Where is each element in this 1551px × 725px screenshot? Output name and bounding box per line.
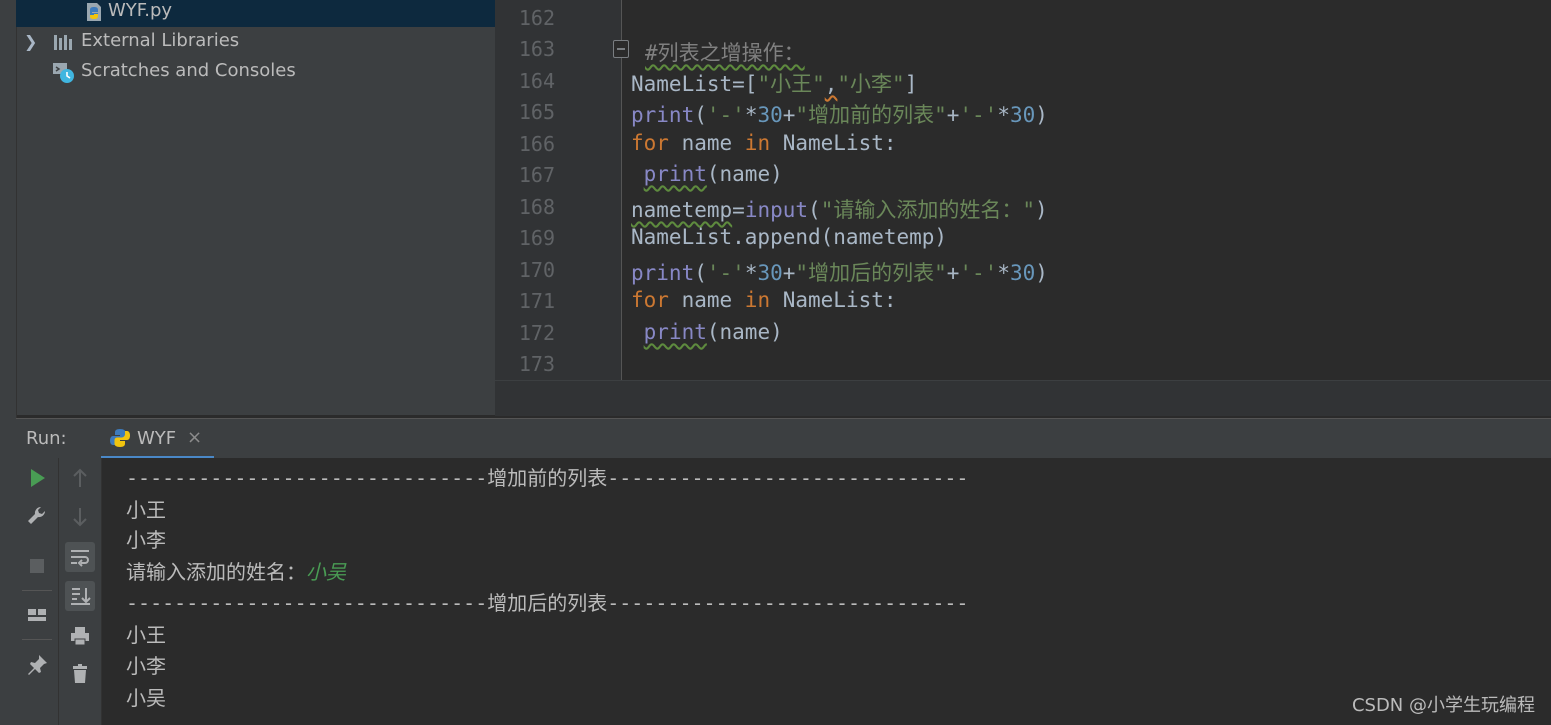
scroll-to-end-icon bbox=[71, 588, 91, 605]
line-number: 163 bbox=[518, 37, 555, 61]
tree-item-external-libraries[interactable]: ❯ External Libraries bbox=[16, 27, 495, 57]
console-line: ------------------------------增加后的列表----… bbox=[126, 591, 969, 615]
watermark: CSDN @小学生玩编程 bbox=[1351, 695, 1535, 716]
console-prompt: 请输入添加的姓名： bbox=[126, 560, 306, 584]
play-icon bbox=[31, 469, 45, 487]
run-toolbar-primary bbox=[16, 458, 59, 725]
tree-item-wyf-py[interactable]: WYF.py bbox=[16, 0, 495, 27]
console-line: 小李 bbox=[126, 654, 166, 678]
code-line-167[interactable]: print(name) bbox=[631, 162, 783, 186]
far-left-strip bbox=[0, 415, 17, 725]
code-line-164[interactable]: NameList=["小王","小李"] bbox=[631, 68, 917, 98]
line-number: 172 bbox=[518, 321, 555, 345]
pin-tab-button[interactable] bbox=[22, 650, 52, 680]
close-icon[interactable]: × bbox=[187, 427, 202, 448]
tree-item-label: Scratches and Consoles bbox=[81, 60, 296, 81]
toolbar-divider bbox=[22, 590, 52, 591]
stop-button[interactable] bbox=[22, 551, 52, 581]
stop-icon bbox=[30, 559, 44, 573]
console-line: 小王 bbox=[126, 623, 166, 647]
up-stack-button[interactable] bbox=[65, 463, 95, 493]
down-stack-button[interactable] bbox=[65, 502, 95, 532]
left-tool-strip bbox=[0, 0, 17, 415]
tree-item-label: WYF.py bbox=[108, 0, 173, 21]
scratches-icon bbox=[52, 61, 74, 83]
line-number-gutter: 162 163 164 165 166 167 168 169 170 171 … bbox=[495, 0, 629, 380]
print-button[interactable] bbox=[65, 621, 95, 651]
modify-run-config-button[interactable] bbox=[22, 502, 52, 532]
toolbar-divider bbox=[22, 639, 52, 640]
code-editor[interactable]: 162 163 164 165 166 167 168 169 170 171 … bbox=[495, 0, 1551, 416]
line-number: 167 bbox=[518, 163, 555, 187]
libraries-icon bbox=[52, 31, 74, 53]
line-number: 166 bbox=[518, 132, 555, 156]
console-prompt-line: 请输入添加的姓名：小吴 bbox=[126, 556, 346, 585]
console-line: ------------------------------增加前的列表----… bbox=[126, 466, 969, 490]
console-line: 小李 bbox=[126, 528, 166, 552]
console-line: 小吴 bbox=[126, 686, 166, 710]
project-tool-window: WYF.py ❯ External Libraries Scratches an… bbox=[0, 0, 495, 415]
soft-wrap-button[interactable] bbox=[65, 542, 95, 572]
arrow-down-icon bbox=[73, 508, 87, 527]
console-user-input: 小吴 bbox=[306, 560, 346, 584]
line-number: 168 bbox=[518, 195, 555, 219]
soft-wrap-icon bbox=[71, 550, 89, 567]
code-line-166[interactable]: for name in NameList: bbox=[631, 131, 897, 155]
code-line-169[interactable]: NameList.append(nametemp) bbox=[631, 225, 947, 249]
run-panel-label: Run: bbox=[26, 428, 67, 449]
rerun-button[interactable] bbox=[22, 463, 52, 493]
code-line-168[interactable]: nametemp=input("请输入添加的姓名：") bbox=[631, 194, 1048, 224]
line-number: 164 bbox=[518, 69, 555, 93]
trash-icon bbox=[73, 664, 87, 683]
run-panel-header: Run: WYF × bbox=[16, 418, 1551, 459]
fold-marker-icon[interactable] bbox=[613, 40, 629, 58]
layout-button[interactable] bbox=[22, 600, 52, 630]
python-file-icon bbox=[83, 1, 105, 23]
run-tab-label: WYF bbox=[137, 428, 177, 449]
tree-item-label: External Libraries bbox=[81, 30, 240, 51]
layout-icon bbox=[28, 609, 46, 621]
wrench-icon bbox=[28, 506, 46, 524]
editor-bottom-strip bbox=[495, 380, 1551, 416]
line-number: 162 bbox=[518, 6, 555, 30]
code-line-163[interactable]: #列表之增操作： bbox=[645, 37, 805, 67]
arrow-up-icon bbox=[73, 468, 87, 487]
code-line-171[interactable]: for name in NameList: bbox=[631, 288, 897, 312]
line-number: 165 bbox=[518, 100, 555, 124]
code-line-172[interactable]: print(name) bbox=[631, 320, 783, 344]
console-output[interactable]: ------------------------------增加前的列表----… bbox=[102, 458, 1551, 725]
run-toolbar-secondary bbox=[59, 458, 102, 725]
run-tab-wyf[interactable]: WYF × bbox=[101, 419, 214, 459]
printer-icon bbox=[71, 627, 89, 646]
line-number: 173 bbox=[518, 352, 555, 376]
code-line-165[interactable]: print('-'*30+"增加前的列表"+'-'*30) bbox=[631, 99, 1048, 129]
line-number: 171 bbox=[518, 289, 555, 313]
clear-all-button[interactable] bbox=[65, 659, 95, 689]
console-line: 小王 bbox=[126, 498, 166, 522]
chevron-right-icon[interactable]: ❯ bbox=[24, 32, 37, 51]
scroll-to-end-button[interactable] bbox=[65, 581, 95, 611]
tree-item-scratches[interactable]: Scratches and Consoles bbox=[16, 57, 495, 87]
pin-icon bbox=[28, 655, 47, 675]
code-line-170[interactable]: print('-'*30+"增加后的列表"+'-'*30) bbox=[631, 257, 1048, 287]
line-number: 169 bbox=[518, 226, 555, 250]
python-icon bbox=[109, 427, 131, 453]
line-number: 170 bbox=[518, 258, 555, 282]
